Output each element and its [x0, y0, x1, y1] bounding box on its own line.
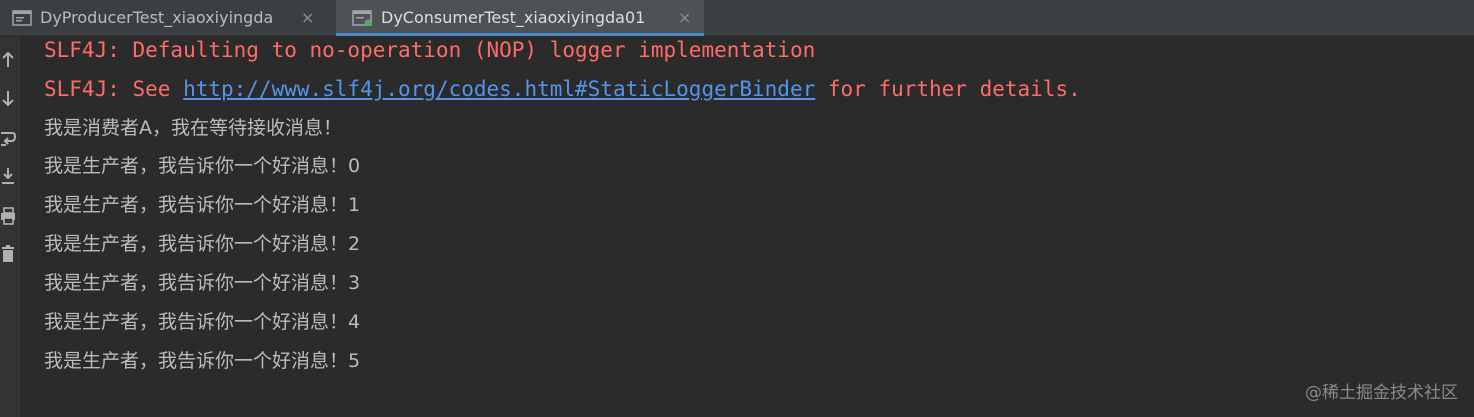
soft-wrap-icon[interactable] [0, 128, 16, 148]
tab-label: DyConsumerTest_xiaoxiyingda01 [381, 8, 646, 27]
console-line-slf4j-see: SLF4J: See http://www.slf4j.org/codes.ht… [44, 76, 1081, 102]
console-line-slf4j-default: SLF4J: Defaulting to no-operation (NOP) … [44, 38, 816, 62]
scroll-up-icon[interactable] [0, 50, 16, 70]
console-line-producer: 我是生产者，我告诉你一个好消息！2 [44, 233, 361, 255]
console-line-producer: 我是生产者，我告诉你一个好消息！5 [44, 350, 361, 372]
scroll-down-icon[interactable] [0, 88, 16, 108]
tab-producer-test[interactable]: DyProducerTest_xiaoxiyingda × [0, 0, 336, 36]
console-line-producer: 我是生产者，我告诉你一个好消息！0 [44, 155, 361, 177]
console-toolbar [0, 37, 20, 417]
console-text: for further details. [815, 77, 1081, 101]
run-console-icon [12, 10, 32, 26]
console-line-producer: 我是生产者，我告诉你一个好消息！3 [44, 272, 361, 294]
watermark: @稀土掘金技术社区 [1305, 383, 1458, 403]
tab-label: DyProducerTest_xiaoxiyingda [40, 8, 274, 27]
close-icon[interactable]: × [301, 8, 314, 27]
editor-tab-bar: DyProducerTest_xiaoxiyingda × DyConsumer… [0, 0, 1474, 36]
tab-consumer-test[interactable]: DyConsumerTest_xiaoxiyingda01 × [336, 0, 704, 36]
slf4j-link[interactable]: http://www.slf4j.org/codes.html#StaticLo… [183, 77, 815, 101]
scroll-to-end-icon[interactable] [0, 166, 16, 186]
trash-icon[interactable] [0, 244, 16, 264]
close-icon[interactable]: × [678, 8, 691, 27]
console-line-consumer: 我是消费者A，我在等待接收消息！ [44, 117, 342, 139]
console-text: SLF4J: See [44, 77, 184, 101]
console-line-producer: 我是生产者，我告诉你一个好消息！1 [44, 194, 361, 216]
print-icon[interactable] [0, 206, 16, 226]
run-console-icon [352, 10, 372, 26]
console-line-producer: 我是生产者，我告诉你一个好消息！4 [44, 311, 361, 333]
